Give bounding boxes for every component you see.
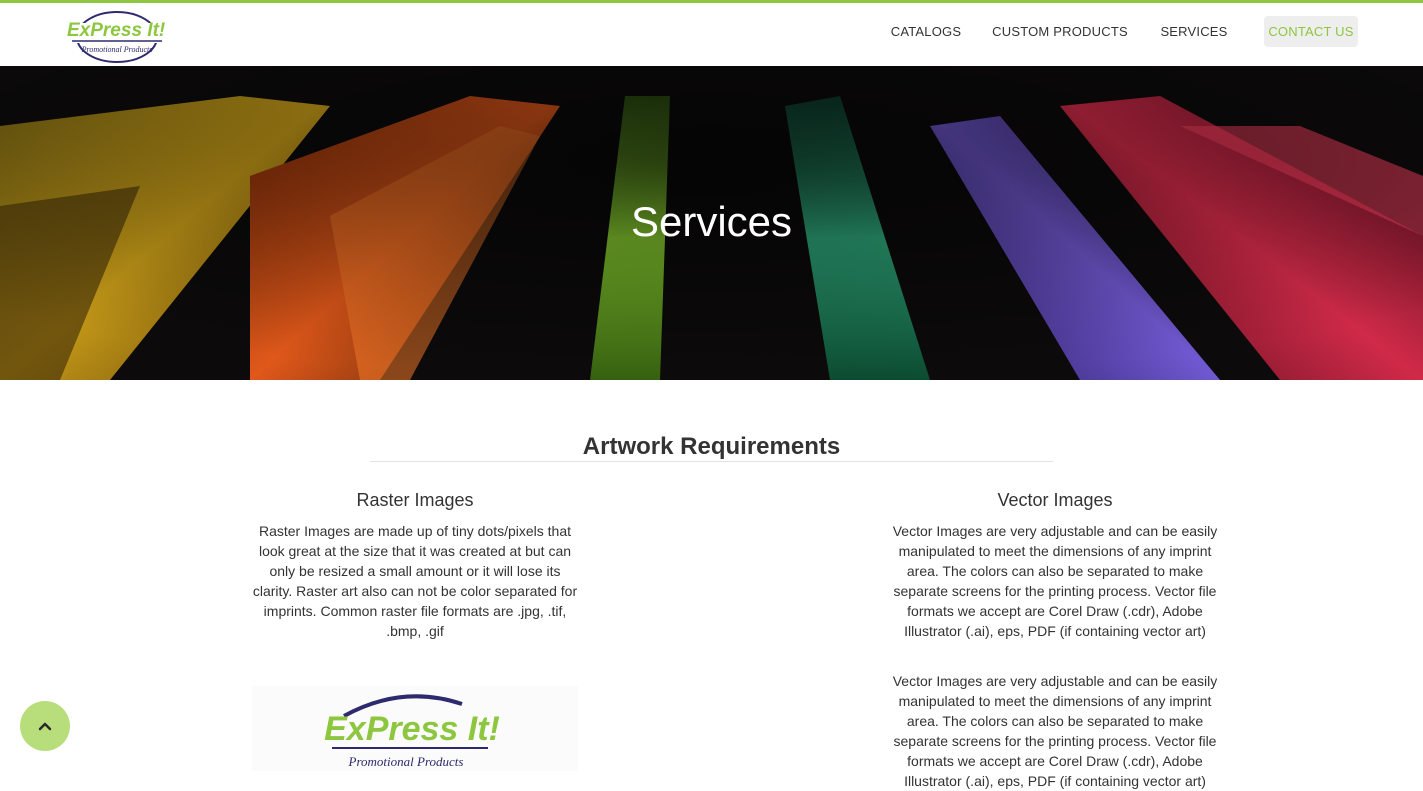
logo-wordmark: ExPress It! [67,20,165,41]
raster-description: Raster Images are made up of tiny dots/p… [252,523,578,639]
hero-banner: Services [0,66,1423,380]
section-title: Artwork Requirements [582,432,841,460]
site-logo[interactable]: ExPress It! Promotional Products [64,7,170,65]
logo-big-wordmark: ExPress It! [324,710,500,748]
raster-title: Raster Images [356,490,474,510]
nav-custom-products[interactable]: CUSTOM PRODUCTS [987,16,1133,47]
vector-title: Vector Images [997,490,1113,510]
vector-description: Vector Images are very adjustable and ca… [892,523,1218,639]
page-title: Services [630,198,793,246]
logo-big-tagline: Promotional Products [348,754,464,769]
scroll-to-top-button[interactable] [20,701,70,751]
section-divider [370,461,1053,462]
site-header: ExPress It! Promotional Products CATALOG… [0,3,1423,66]
nav-contact-us[interactable]: CONTACT US [1264,16,1358,47]
chevron-up-icon [38,722,52,731]
brand-logo-image: ExPress It! Promotional Products [252,686,578,771]
nav-services[interactable]: SERVICES [1149,16,1239,47]
nav-catalogs[interactable]: CATALOGS [881,16,971,47]
vector-description-repeat: Vector Images are very adjustable and ca… [892,673,1218,789]
logo-tagline: Promotional Products [81,45,153,54]
